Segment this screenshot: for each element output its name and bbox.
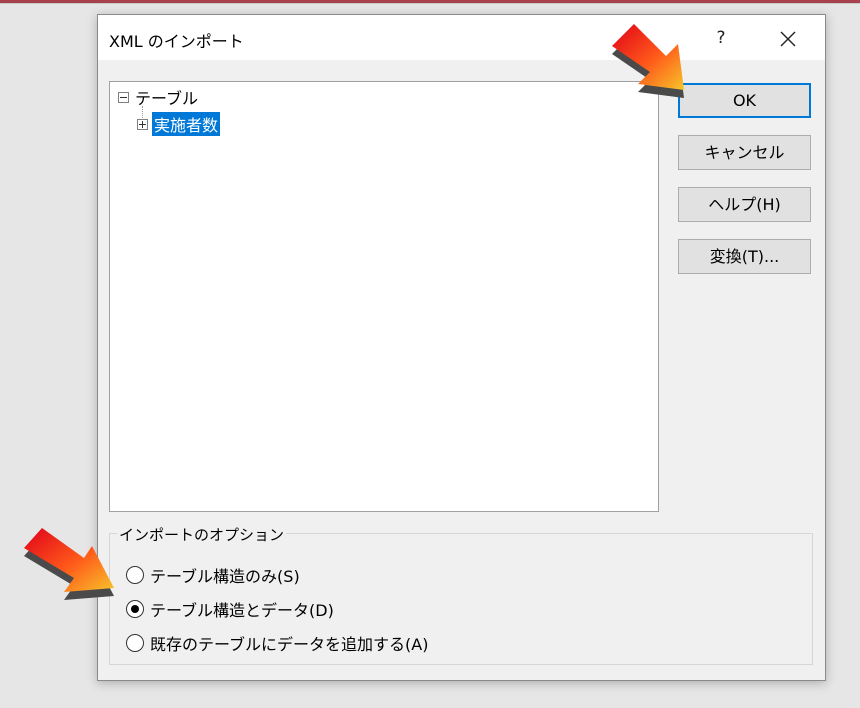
- radio-option-structure-only[interactable]: テーブル構造のみ(S): [126, 563, 300, 587]
- radio-option-append-data[interactable]: 既存のテーブルにデータを追加する(A): [126, 631, 428, 655]
- help-button[interactable]: ヘルプ(H): [678, 187, 811, 222]
- radio-button[interactable]: [126, 566, 144, 584]
- pointer-arrow-icon: [612, 24, 684, 98]
- expand-icon[interactable]: [137, 118, 148, 130]
- xml-import-dialog: XML のインポート ? テーブル 実施者数 OK キャンセル ヘルプ(H) 変…: [97, 14, 826, 681]
- close-icon: [780, 31, 796, 46]
- radio-option-structure-and-data[interactable]: テーブル構造とデータ(D): [126, 597, 334, 621]
- tree-label-child: 実施者数: [152, 112, 221, 136]
- cancel-button[interactable]: キャンセル: [678, 135, 811, 170]
- help-question-button[interactable]: ?: [704, 25, 738, 51]
- tree-label-root: テーブル: [135, 89, 199, 108]
- window-top-border-shadow: [0, 3, 860, 4]
- transform-button[interactable]: 変換(T)...: [678, 239, 811, 274]
- close-button[interactable]: [770, 23, 806, 53]
- dialog-title: XML のインポート: [109, 32, 244, 51]
- tree-item-table[interactable]: テーブル: [118, 86, 200, 108]
- tree-item-child[interactable]: 実施者数: [137, 112, 221, 136]
- import-options-group: インポートのオプション テーブル構造のみ(S) テーブル構造とデータ(D) 既存…: [109, 524, 813, 665]
- radio-label: 既存のテーブルにデータを追加する(A): [150, 635, 429, 654]
- radio-label: テーブル構造とデータ(D): [150, 601, 334, 620]
- ok-button[interactable]: OK: [678, 83, 811, 118]
- radio-label: テーブル構造のみ(S): [150, 567, 300, 586]
- pointer-arrow-icon: [24, 528, 114, 600]
- radio-button-selected[interactable]: [126, 600, 144, 618]
- xml-tree-view[interactable]: テーブル 実施者数: [109, 81, 659, 512]
- radio-button[interactable]: [126, 634, 144, 652]
- import-options-legend: インポートのオプション: [117, 524, 287, 545]
- title-bar: XML のインポート ?: [98, 15, 825, 60]
- collapse-icon[interactable]: [118, 91, 129, 103]
